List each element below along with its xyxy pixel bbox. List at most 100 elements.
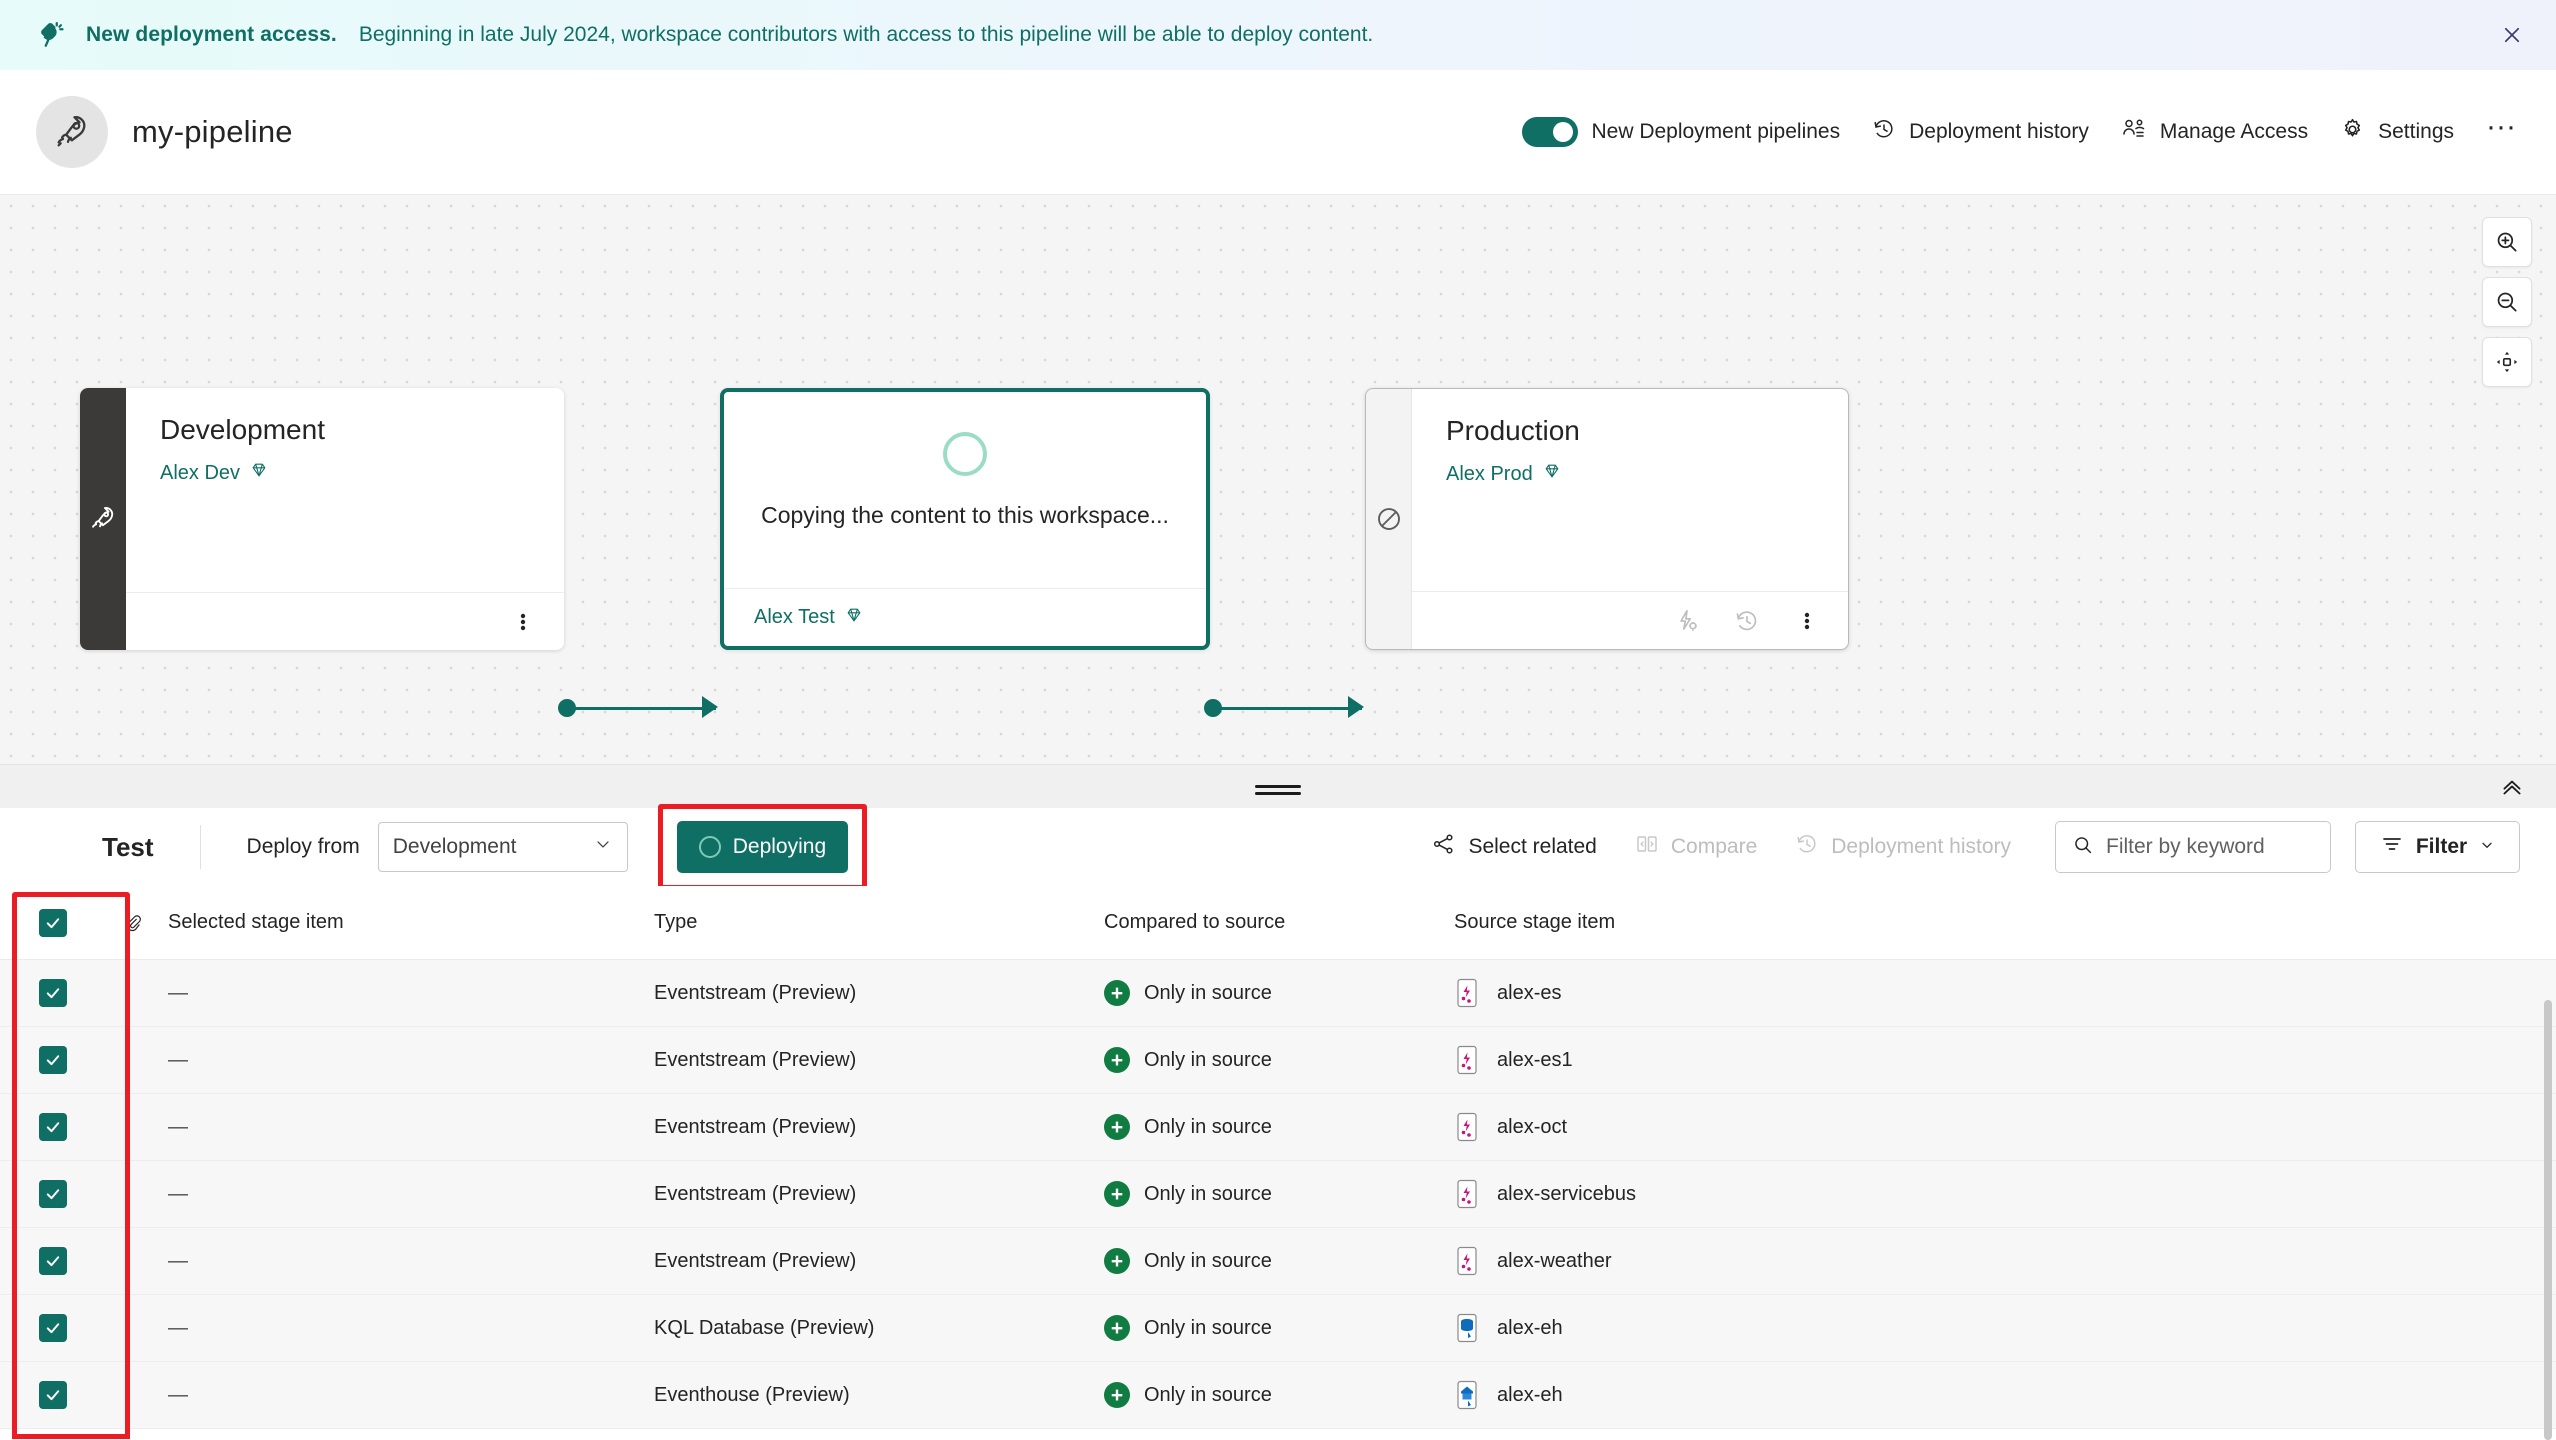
table-row[interactable]: — Eventstream (Preview) Only in source alex… (0, 1094, 2556, 1161)
table-row[interactable]: — Eventstream (Preview) Only in source alex… (0, 1161, 2556, 1228)
history-icon[interactable] (1728, 602, 1766, 640)
cell-source-stage-item: alex-servicebus (1454, 1179, 2556, 1210)
select-related-button[interactable]: Select related (1416, 822, 1612, 872)
eventstream-icon (1454, 1045, 1481, 1076)
stage-card-test[interactable]: Copying the content to this workspace...… (720, 388, 1210, 650)
drag-handle[interactable] (1255, 785, 1301, 795)
row-checkbox[interactable] (38, 1113, 67, 1141)
zoom-out-icon[interactable] (2482, 277, 2532, 327)
close-icon[interactable] (2494, 17, 2530, 53)
only-in-source-icon (1104, 1047, 1130, 1073)
detail-deployment-history-button: Deployment history (1779, 822, 2027, 872)
cell-compared-to-source-label: Only in source (1144, 1048, 1272, 1071)
stage-status-text: Copying the content to this workspace... (761, 502, 1169, 528)
cell-source-stage-item-label: alex-es1 (1497, 1048, 1573, 1071)
column-header-source-stage-item[interactable]: Source stage item (1454, 911, 2556, 934)
zoom-in-icon[interactable] (2482, 217, 2532, 267)
stage-footer (126, 592, 564, 650)
cell-source-stage-item: alex-weather (1454, 1246, 2556, 1277)
select-all-checkbox[interactable] (38, 908, 67, 937)
toggle-new-deployment-pipelines[interactable]: New Deployment pipelines (1506, 107, 1856, 157)
gear-icon (2340, 117, 2365, 148)
cell-type: Eventstream (Preview) (654, 1115, 857, 1138)
cell-type: Eventstream (Preview) (654, 1249, 857, 1272)
select-all-checkbox-cell (0, 908, 105, 937)
row-checkbox[interactable] (38, 979, 67, 1007)
stage-workspace-link[interactable]: Alex Test (754, 605, 864, 631)
deploy-from-select[interactable]: Development (377, 822, 628, 872)
cell-source-stage-item: alex-oct (1454, 1112, 2556, 1143)
row-checkbox[interactable] (38, 1314, 67, 1342)
only-in-source-icon (1104, 980, 1130, 1006)
table-row[interactable]: — Eventstream (Preview) Only in source alex… (0, 960, 2556, 1027)
fit-to-screen-icon[interactable] (2482, 337, 2532, 387)
table-row[interactable]: — Eventhouse (Preview) Only in source alex-… (0, 1362, 2556, 1429)
table-row[interactable]: — KQL Database (Preview) Only in source ale… (0, 1295, 2556, 1362)
eventhouse-icon (1454, 1380, 1481, 1411)
row-checkbox-cell (0, 1381, 105, 1409)
chevron-double-up-icon[interactable] (2494, 769, 2530, 805)
cell-selected-stage-item: — (168, 1115, 188, 1138)
row-checkbox-cell (0, 1247, 105, 1275)
rocket-icon (36, 96, 108, 168)
cell-selected-stage-item: — (168, 981, 188, 1004)
more-options-icon[interactable]: ··· (2470, 112, 2532, 148)
paperclip-icon (105, 913, 162, 932)
row-checkbox-cell (0, 1113, 105, 1141)
filter-search-box[interactable] (2055, 821, 2331, 873)
manage-access-label: Manage Access (2159, 120, 2309, 143)
row-checkbox[interactable] (38, 1046, 67, 1074)
cell-compared-to-source: Only in source (1104, 1315, 1454, 1341)
stage-card-development[interactable]: Development Alex Dev (80, 388, 564, 650)
spinner-icon (943, 432, 987, 476)
row-checkbox[interactable] (38, 1381, 67, 1409)
stage-workspace-label: Alex Prod (1446, 462, 1533, 485)
deployment-rules-icon[interactable] (1668, 602, 1706, 640)
more-options-icon[interactable] (1788, 602, 1826, 640)
settings-label: Settings (2378, 120, 2455, 143)
chevron-down-icon (2479, 835, 2495, 859)
settings-button[interactable]: Settings (2324, 107, 2470, 158)
detail-toolbar: Test Deploy from Development Deploying S… (0, 804, 2556, 890)
eventstream-icon (1454, 1112, 1481, 1143)
table-row[interactable]: — Eventstream (Preview) Only in source alex… (0, 1228, 2556, 1295)
only-in-source-icon (1104, 1181, 1130, 1207)
history-icon (1872, 117, 1896, 147)
table-scrollbar[interactable] (2544, 1000, 2552, 1440)
cell-compared-to-source: Only in source (1104, 1382, 1454, 1408)
cell-selected-stage-item: — (168, 1316, 188, 1339)
kql-database-icon (1454, 1313, 1481, 1344)
stage-workspace-link[interactable]: Alex Prod (1446, 461, 1814, 487)
deployment-history-button[interactable]: Deployment history (1856, 107, 2105, 157)
column-header-compared-to-source[interactable]: Compared to source (1104, 911, 1454, 934)
filter-button[interactable]: Filter (2355, 821, 2520, 873)
panel-splitter[interactable] (0, 764, 2556, 808)
stage-workspace-link[interactable]: Alex Dev (160, 460, 530, 486)
row-checkbox[interactable] (38, 1247, 67, 1275)
toggle-label: New Deployment pipelines (1591, 120, 1841, 143)
share-nodes-icon (1432, 832, 1456, 862)
notification-banner: New deployment access. Beginning in late… (0, 0, 2556, 70)
cell-source-stage-item-label: alex-weather (1497, 1249, 1612, 1272)
cell-source-stage-item: alex-es1 (1454, 1045, 2556, 1076)
row-checkbox[interactable] (38, 1180, 67, 1208)
toggle-switch[interactable] (1522, 117, 1579, 147)
diamond-icon (1542, 461, 1562, 487)
search-input[interactable] (2106, 835, 2314, 859)
table-body: — Eventstream (Preview) Only in source alex… (0, 960, 2556, 1429)
cell-type: KQL Database (Preview) (654, 1316, 875, 1339)
cell-compared-to-source: Only in source (1104, 1181, 1454, 1207)
deploy-button[interactable]: Deploying (676, 821, 849, 873)
stage-rail-icon (1366, 389, 1412, 649)
manage-access-button[interactable]: Manage Access (2105, 107, 2324, 157)
table-row[interactable]: — Eventstream (Preview) Only in source alex… (0, 1027, 2556, 1094)
column-header-selected-stage-item[interactable]: Selected stage item (162, 911, 654, 934)
column-header-type[interactable]: Type (654, 911, 1104, 934)
more-options-icon[interactable] (504, 603, 542, 641)
select-related-label: Select related (1468, 835, 1597, 858)
eventstream-icon (1454, 1179, 1481, 1210)
stage-card-production[interactable]: Production Alex Prod (1365, 388, 1849, 650)
stage-rail-icon (80, 388, 126, 650)
table-header-row: Selected stage item Type Compared to sou… (0, 886, 2556, 960)
cell-selected-stage-item: — (168, 1182, 188, 1205)
